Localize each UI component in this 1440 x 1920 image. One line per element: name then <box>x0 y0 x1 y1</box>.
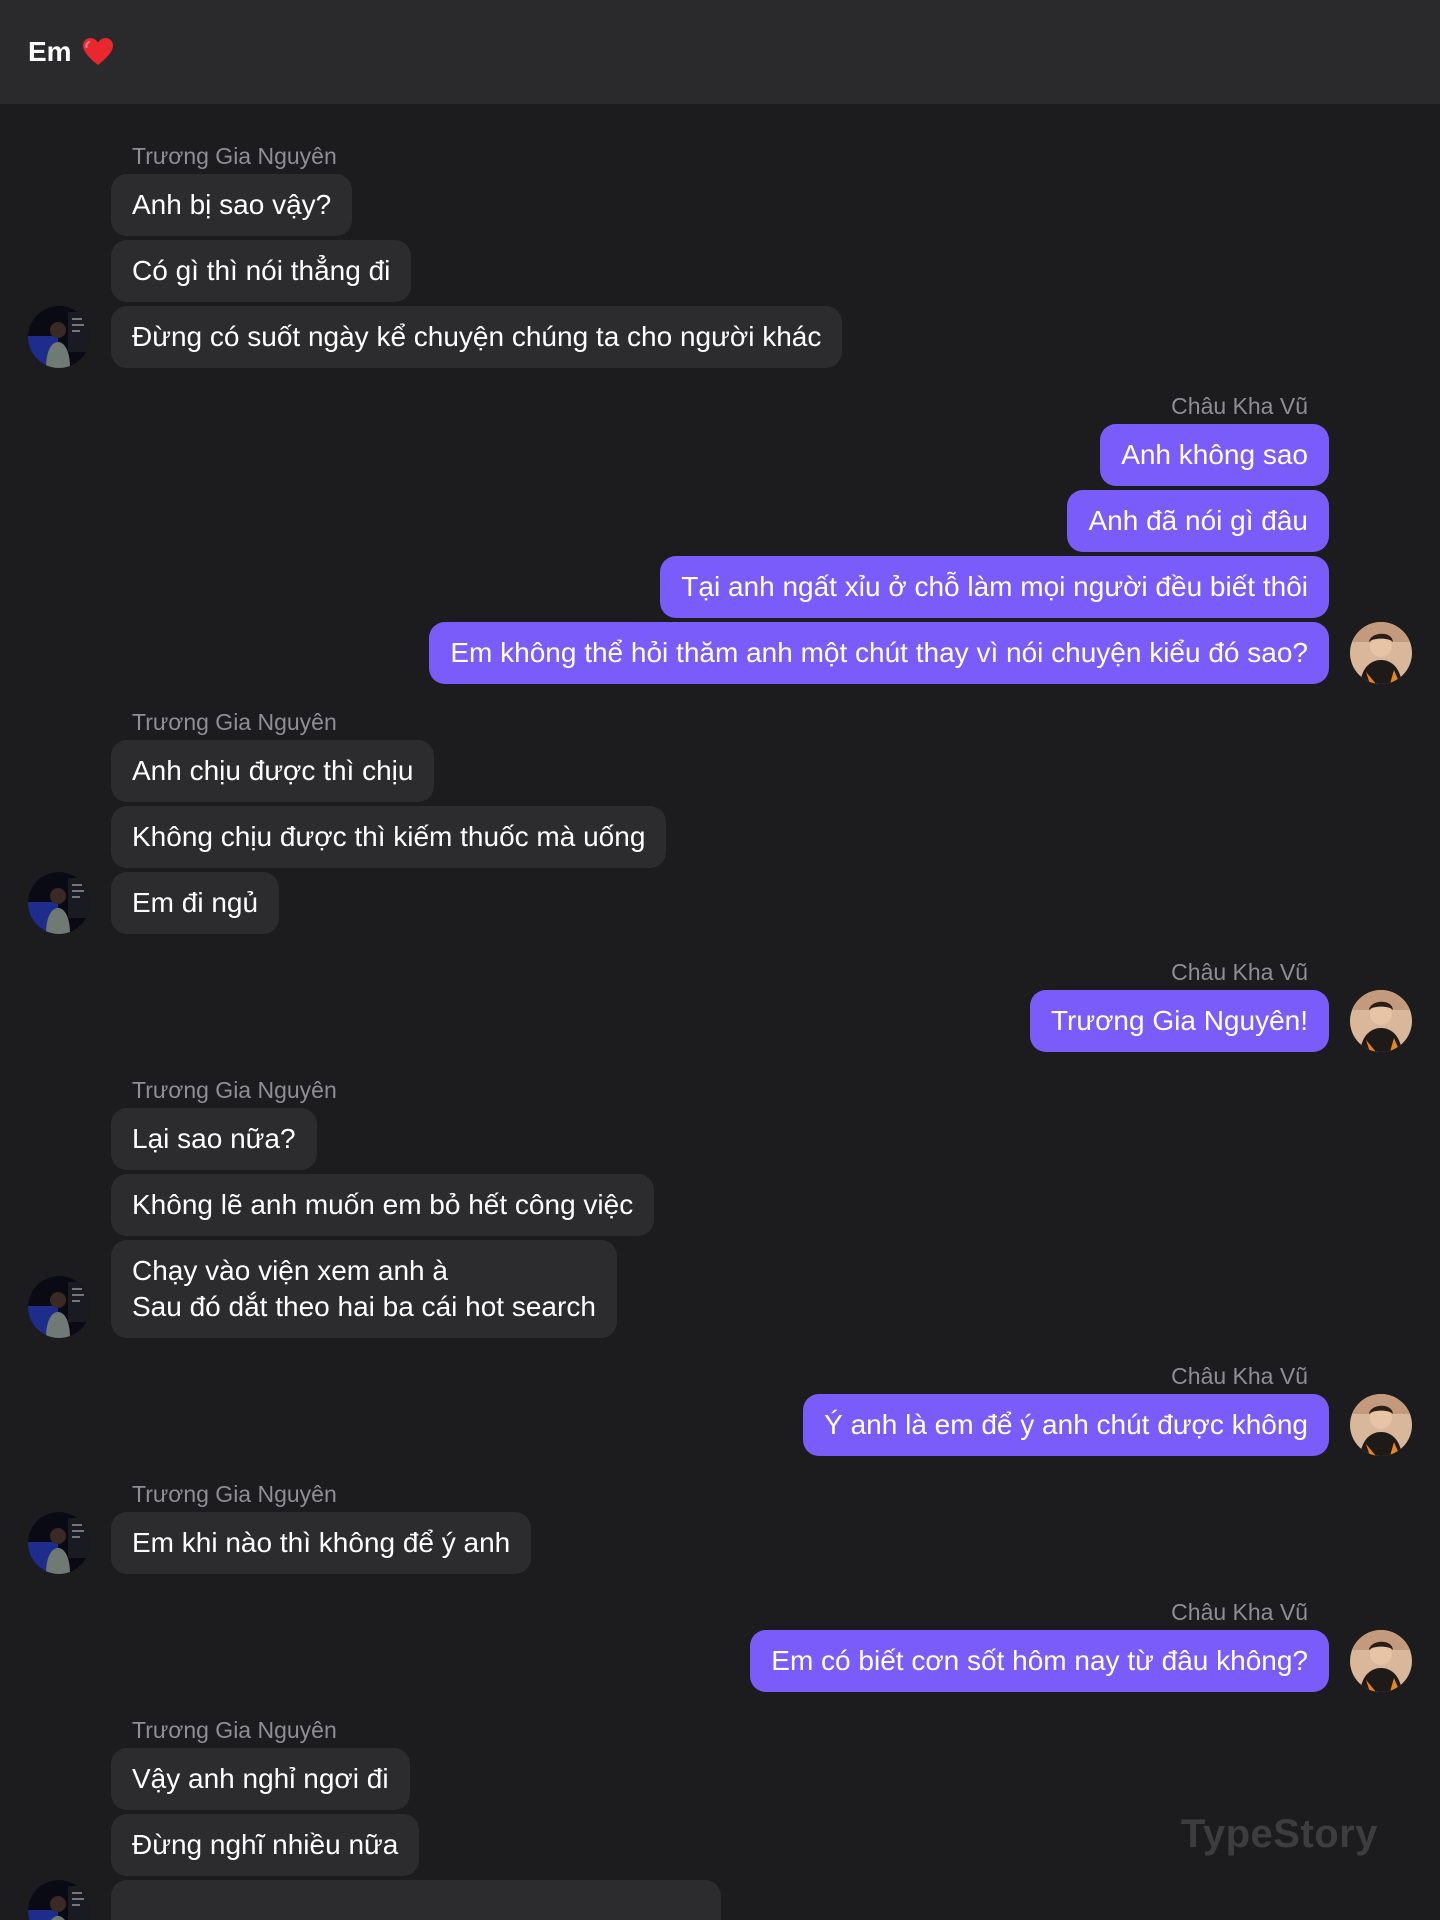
sender-name: Châu Kha Vũ <box>1171 1363 1308 1389</box>
received-message-bubble[interactable]: Không lẽ anh muốn em bỏ hết công việc <box>111 1174 655 1236</box>
message-stack: Em khi nào thì không để ý anh <box>111 1512 1440 1574</box>
message-stack: Anh chịu được thì chịu Không chịu được th… <box>111 740 1440 934</box>
received-message-group: Trương Gia Nguyên Anh bị sao vậy? Có gì th… <box>0 140 1440 368</box>
sent-message-group: Châu Kha Vũ Trương Gia Nguyên! <box>0 956 1440 1052</box>
sender-name: Trương Gia Nguyên <box>132 1717 337 1743</box>
sender-name: Châu Kha Vũ <box>1171 959 1308 985</box>
received-message-bubble[interactable]: Anh bị sao vậy? <box>111 174 353 236</box>
chat-header: Em <box>0 0 1440 104</box>
received-message-bubble[interactable]: Chạy vào viện xem anh à Sau đó dắt theo … <box>111 1240 617 1338</box>
sender-name: Trương Gia Nguyên <box>132 1077 337 1103</box>
sender-name: Trương Gia Nguyên <box>132 143 337 169</box>
message-stack: Trương Gia Nguyên! <box>1029 990 1329 1052</box>
user-avatar[interactable] <box>1350 1630 1412 1692</box>
received-message-bubble[interactable]: Có gì thì nói thẳng đi <box>111 240 412 302</box>
watermark: TypeStory <box>1180 1812 1378 1856</box>
sent-message-group: Châu Kha Vũ Ý anh là em để ý anh chút đượ… <box>0 1360 1440 1456</box>
message-stack: Em có biết cơn sốt hôm nay từ đâu không? <box>750 1630 1329 1692</box>
message-stack: Anh bị sao vậy? Có gì thì nói thẳng đi Đừn… <box>111 174 1440 368</box>
sent-message-bubble[interactable]: Anh đã nói gì đâu <box>1067 490 1329 552</box>
received-message-group: Trương Gia Nguyên Lại sao nữa? Không lẽ an… <box>0 1074 1440 1338</box>
contact-avatar[interactable] <box>28 306 90 368</box>
sent-message-group: Châu Kha Vũ Anh không sao Anh đã nói gì đâ… <box>0 390 1440 684</box>
sent-message-bubble[interactable]: Em có biết cơn sốt hôm nay từ đâu không? <box>750 1630 1329 1692</box>
sent-message-bubble[interactable]: Trương Gia Nguyên! <box>1029 990 1329 1052</box>
contact-avatar[interactable] <box>28 872 90 934</box>
message-stack: Lại sao nữa? Không lẽ anh muốn em bỏ hết … <box>111 1108 1440 1338</box>
sent-message-group: Châu Kha Vũ Em có biết cơn sốt hôm nay từ… <box>0 1596 1440 1692</box>
received-message-bubble[interactable]: Đừng nghĩ nhiều nữa <box>111 1814 420 1876</box>
received-message-bubble[interactable]: Vậy anh nghỉ ngơi đi <box>111 1748 410 1810</box>
sender-name: Trương Gia Nguyên <box>132 1481 337 1507</box>
sent-message-bubble[interactable]: Ý anh là em để ý anh chút được không <box>803 1394 1329 1456</box>
message-list[interactable]: Trương Gia Nguyên Anh bị sao vậy? Có gì th… <box>0 104 1440 1920</box>
red-heart-icon <box>82 37 114 67</box>
contact-avatar[interactable] <box>28 1276 90 1338</box>
user-avatar[interactable] <box>1350 990 1412 1052</box>
sender-name: Trương Gia Nguyên <box>132 709 337 735</box>
sender-name: Châu Kha Vũ <box>1171 393 1308 419</box>
received-message-bubble[interactable]: Anh chịu được thì chịu <box>111 740 435 802</box>
chat-title[interactable]: Em <box>28 36 72 68</box>
sent-message-bubble[interactable]: Tại anh ngất xỉu ở chỗ làm mọi người đều… <box>660 556 1329 618</box>
received-message-bubble[interactable]: Em khi nào thì không để ý anh <box>111 1512 532 1574</box>
sender-name: Châu Kha Vũ <box>1171 1599 1308 1625</box>
received-message-bubble[interactable] <box>111 1880 721 1920</box>
received-message-group: Trương Gia Nguyên Anh chịu được thì chịu K… <box>0 706 1440 934</box>
message-stack: Ý anh là em để ý anh chút được không <box>803 1394 1329 1456</box>
received-message-bubble[interactable]: Lại sao nữa? <box>111 1108 317 1170</box>
contact-avatar[interactable] <box>28 1512 90 1574</box>
sent-message-bubble[interactable]: Anh không sao <box>1100 424 1329 486</box>
user-avatar[interactable] <box>1350 1394 1412 1456</box>
user-avatar[interactable] <box>1350 622 1412 684</box>
received-message-bubble[interactable]: Đừng có suốt ngày kể chuyện chúng ta cho… <box>111 306 843 368</box>
sent-message-bubble[interactable]: Em không thể hỏi thăm anh một chút thay … <box>429 622 1329 684</box>
received-message-group: Trương Gia Nguyên Em khi nào thì không để… <box>0 1478 1440 1574</box>
received-message-bubble[interactable]: Em đi ngủ <box>111 872 280 934</box>
received-message-bubble[interactable]: Không chịu được thì kiếm thuốc mà uống <box>111 806 667 868</box>
message-stack: Anh không sao Anh đã nói gì đâu Tại anh ng… <box>429 424 1329 684</box>
contact-avatar[interactable] <box>28 1880 90 1920</box>
